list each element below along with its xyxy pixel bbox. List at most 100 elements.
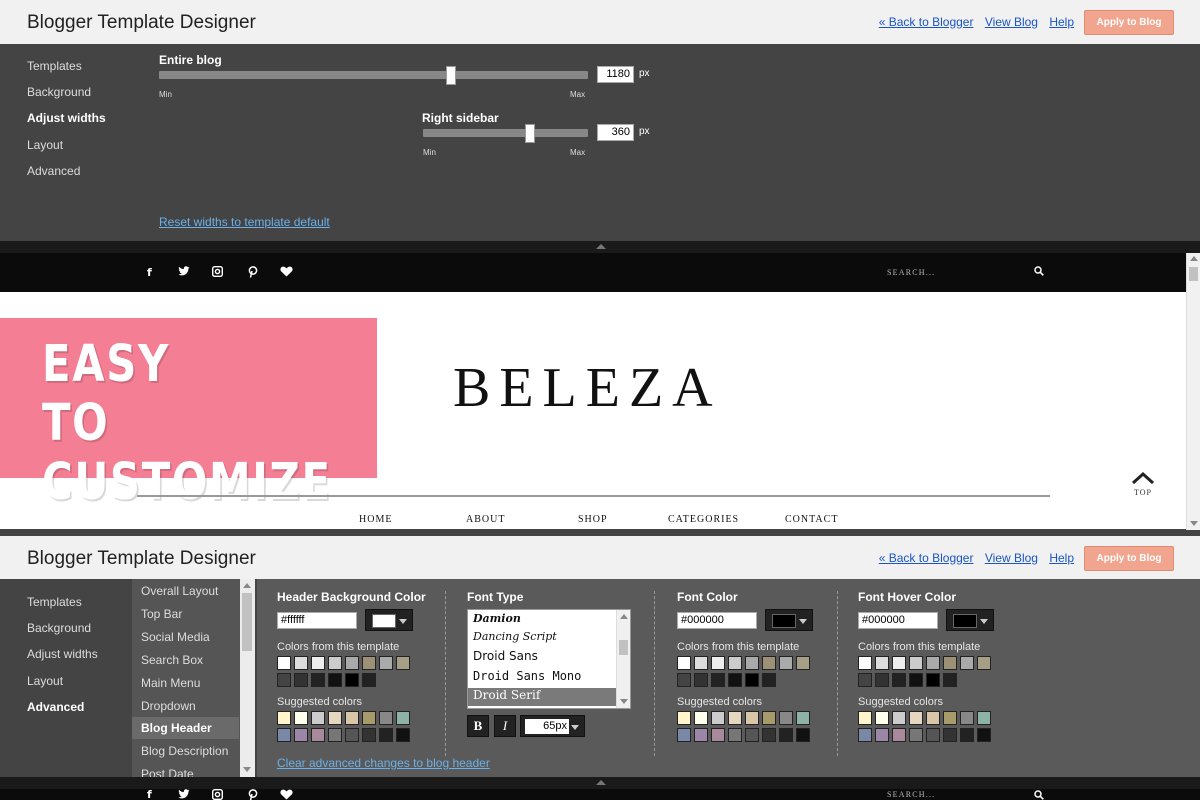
menu-shop[interactable]: SHOP bbox=[578, 514, 608, 525]
entire-blog-slider-track[interactable] bbox=[159, 71, 588, 79]
color-swatch[interactable] bbox=[311, 673, 325, 687]
color-swatch[interactable] bbox=[892, 728, 906, 742]
back-to-top-button[interactable]: TOP bbox=[1128, 470, 1158, 497]
clear-advanced-changes-link[interactable]: Clear advanced changes to blog header bbox=[277, 756, 490, 770]
color-swatch[interactable] bbox=[328, 711, 342, 725]
color-swatch[interactable] bbox=[379, 728, 393, 742]
color-swatch[interactable] bbox=[926, 656, 940, 670]
color-swatch[interactable] bbox=[875, 711, 889, 725]
color-swatch[interactable] bbox=[694, 728, 708, 742]
nav-advanced-2[interactable]: Advanced bbox=[27, 700, 84, 714]
right-sidebar-slider-thumb[interactable] bbox=[525, 124, 536, 143]
subnav-scroll-thumb[interactable] bbox=[242, 593, 252, 651]
color-swatch[interactable] bbox=[779, 656, 793, 670]
color-swatch[interactable] bbox=[762, 656, 776, 670]
menu-about[interactable]: ABOUT bbox=[466, 514, 505, 525]
view-blog-link[interactable]: View Blog bbox=[985, 15, 1038, 29]
facebook-icon[interactable]: f bbox=[147, 789, 152, 800]
color-swatch[interactable] bbox=[892, 673, 906, 687]
font-option-droid-sans[interactable]: Droid Sans bbox=[468, 649, 616, 663]
font-option-damion[interactable]: Damion bbox=[468, 612, 616, 625]
color-swatch[interactable] bbox=[677, 711, 691, 725]
search-icon[interactable] bbox=[1034, 266, 1044, 279]
color-swatch[interactable] bbox=[362, 728, 376, 742]
color-swatch[interactable] bbox=[362, 711, 376, 725]
color-swatch[interactable] bbox=[379, 656, 393, 670]
scroll-down-icon[interactable] bbox=[1190, 521, 1198, 526]
color-swatch[interactable] bbox=[943, 673, 957, 687]
color-swatch[interactable] bbox=[362, 656, 376, 670]
panel-resize-handle[interactable] bbox=[0, 241, 1200, 253]
nav-layout[interactable]: Layout bbox=[27, 138, 63, 152]
help-link-2[interactable]: Help bbox=[1049, 551, 1074, 565]
color-swatch[interactable] bbox=[909, 711, 923, 725]
menu-home[interactable]: HOME bbox=[359, 514, 392, 525]
color-swatch[interactable] bbox=[875, 673, 889, 687]
back-to-blogger-link[interactable]: « Back to Blogger bbox=[879, 15, 974, 29]
font-scroll-down-icon[interactable] bbox=[620, 699, 628, 704]
subnav-top-bar[interactable]: Top Bar bbox=[141, 607, 182, 621]
subnav-main-menu[interactable]: Main Menu bbox=[141, 676, 200, 690]
entire-blog-slider-thumb[interactable] bbox=[445, 66, 456, 85]
color-swatch[interactable] bbox=[909, 673, 923, 687]
instagram-icon[interactable] bbox=[212, 789, 223, 800]
color-swatch[interactable] bbox=[977, 656, 991, 670]
color-swatch[interactable] bbox=[277, 673, 291, 687]
color-swatch[interactable] bbox=[926, 673, 940, 687]
preview-scrollbar[interactable] bbox=[1186, 253, 1200, 530]
menu-contact[interactable]: CONTACT bbox=[785, 514, 838, 525]
color-swatch[interactable] bbox=[677, 673, 691, 687]
nav-background-2[interactable]: Background bbox=[27, 621, 91, 635]
font-list-scrollbar[interactable] bbox=[616, 610, 630, 708]
font-scroll-up-icon[interactable] bbox=[620, 614, 628, 619]
color-swatch[interactable] bbox=[677, 656, 691, 670]
color-swatch[interactable] bbox=[796, 656, 810, 670]
color-swatch[interactable] bbox=[875, 656, 889, 670]
font-size-select[interactable]: 65px bbox=[520, 715, 585, 737]
right-sidebar-width-input[interactable]: 360 bbox=[597, 124, 634, 141]
preview-search-input[interactable]: SEARCH... bbox=[887, 268, 935, 277]
color-swatch[interactable] bbox=[943, 728, 957, 742]
color-swatch[interactable] bbox=[396, 656, 410, 670]
heart-icon[interactable] bbox=[280, 789, 293, 800]
color-swatch[interactable] bbox=[677, 728, 691, 742]
color-swatch[interactable] bbox=[909, 656, 923, 670]
font-type-list[interactable]: Damion Dancing Script Droid Sans Droid S… bbox=[467, 609, 631, 709]
nav-adjust-widths-2[interactable]: Adjust widths bbox=[27, 647, 98, 661]
scroll-up-icon[interactable] bbox=[1190, 256, 1198, 261]
nav-layout-2[interactable]: Layout bbox=[27, 674, 63, 688]
color-swatch[interactable] bbox=[977, 711, 991, 725]
entire-blog-width-input[interactable]: 1180 bbox=[597, 66, 634, 83]
color-swatch[interactable] bbox=[745, 673, 759, 687]
color-swatch[interactable] bbox=[277, 711, 291, 725]
font-size-value[interactable]: 65px bbox=[525, 719, 569, 734]
nav-templates[interactable]: Templates bbox=[27, 59, 82, 73]
color-swatch[interactable] bbox=[858, 728, 872, 742]
subnav-overall-layout[interactable]: Overall Layout bbox=[141, 584, 218, 598]
italic-button[interactable]: I bbox=[494, 715, 516, 737]
subnav-scroll-up-icon[interactable] bbox=[243, 583, 251, 588]
subnav-blog-header[interactable]: Blog Header bbox=[132, 717, 239, 739]
bold-button[interactable]: B bbox=[467, 715, 489, 737]
color-swatch[interactable] bbox=[909, 728, 923, 742]
subnav-search-box[interactable]: Search Box bbox=[141, 653, 203, 667]
color-swatch[interactable] bbox=[745, 728, 759, 742]
nav-advanced[interactable]: Advanced bbox=[27, 164, 80, 178]
reset-widths-link[interactable]: Reset widths to template default bbox=[159, 215, 330, 229]
font-color-input[interactable]: #000000 bbox=[677, 612, 757, 629]
color-swatch[interactable] bbox=[762, 711, 776, 725]
color-swatch[interactable] bbox=[875, 728, 889, 742]
color-swatch[interactable] bbox=[943, 656, 957, 670]
subnav-blog-description[interactable]: Blog Description bbox=[141, 744, 228, 758]
color-swatch[interactable] bbox=[858, 656, 872, 670]
font-hover-color-picker[interactable] bbox=[946, 609, 994, 631]
apply-to-blog-button[interactable]: Apply to Blog bbox=[1084, 10, 1174, 35]
panel-resize-handle-2[interactable] bbox=[0, 777, 1200, 789]
heart-icon[interactable] bbox=[280, 266, 293, 280]
color-swatch[interactable] bbox=[294, 711, 308, 725]
right-sidebar-slider-track[interactable] bbox=[423, 129, 588, 137]
nav-templates-2[interactable]: Templates bbox=[27, 595, 82, 609]
color-swatch[interactable] bbox=[379, 711, 393, 725]
color-swatch[interactable] bbox=[926, 711, 940, 725]
pinterest-icon[interactable] bbox=[248, 789, 258, 800]
